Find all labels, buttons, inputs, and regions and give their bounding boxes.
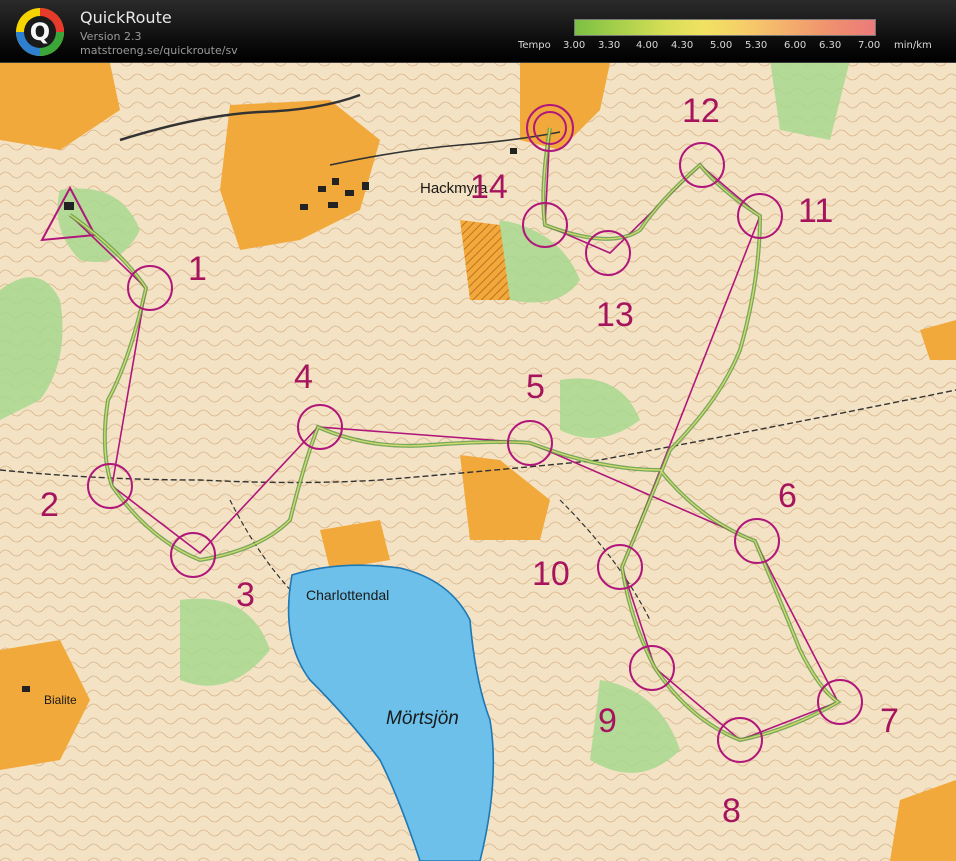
place-charlottendal: Charlottendal [306,587,389,603]
control-number-12: 12 [682,92,720,130]
control-number-1: 1 [188,250,207,288]
control-number-13: 13 [596,296,634,334]
control-number-2: 2 [40,486,59,524]
control-number-4: 4 [294,358,313,396]
app-title: QuickRoute [80,8,172,27]
app-header: Q QuickRoute Version 2.3 matstroeng.se/q… [0,0,956,63]
quickroute-logo-icon: Q [16,8,64,56]
tempo-scale-labels: Tempo 3.00 3.30 4.00 4.30 5.00 5.30 6.00… [517,40,956,54]
control-number-8: 8 [722,792,741,830]
control-number-10: 10 [532,555,570,593]
place-bialite: Bialite [44,693,77,707]
control-number-11: 11 [798,192,833,230]
tempo-tick-label: 4.30 [671,40,694,51]
tempo-tick-label: 3.30 [598,40,621,51]
tempo-tick-label: 5.30 [745,40,768,51]
control-number-6: 6 [778,477,797,515]
tempo-unit-label: min/km [894,40,932,51]
control-number-9: 9 [598,702,617,740]
tempo-tick-label: 6.00 [784,40,807,51]
map-canvas[interactable]: Hackmyra Charlottendal Mörtsjön Bialite [0,63,956,861]
control-number-14: 14 [470,168,508,206]
logo-letter: Q [30,18,50,46]
tempo-color-scale [574,19,876,36]
control-number-3: 3 [236,576,255,614]
tempo-tick-label: 6.30 [819,40,842,51]
tempo-tick-label: 3.00 [563,40,586,51]
tempo-tick-label: 5.00 [710,40,733,51]
tempo-tick-label: 4.00 [636,40,659,51]
app-url: matstroeng.se/quickroute/sv [80,44,238,57]
control-number-5: 5 [526,368,545,406]
tempo-tick-label: 7.00 [858,40,881,51]
control-number-7: 7 [880,702,899,740]
place-mortsjon: Mörtsjön [386,708,459,729]
app-version: Version 2.3 [80,30,142,43]
orienteering-map[interactable]: Hackmyra Charlottendal Mörtsjön Bialite [0,63,956,861]
tempo-label: Tempo [518,40,551,51]
